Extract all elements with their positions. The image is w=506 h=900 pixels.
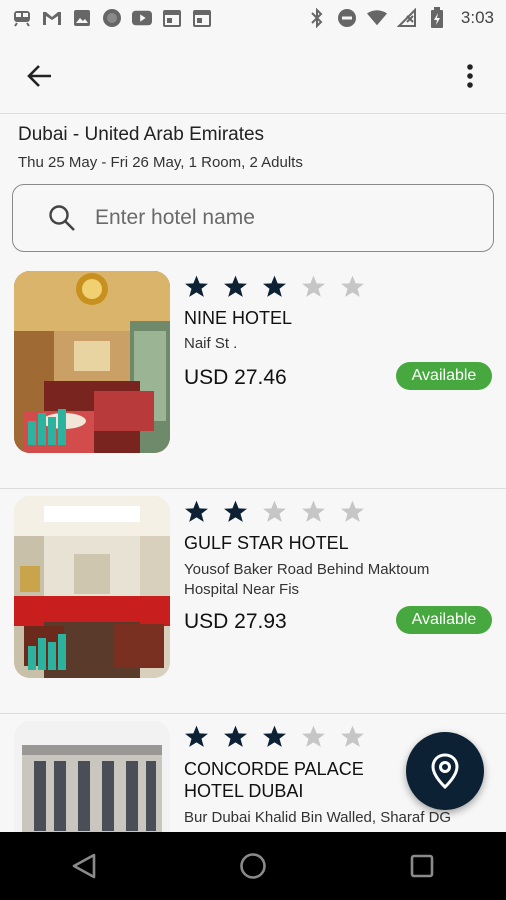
- destination-title: Dubai - United Arab Emirates: [18, 124, 265, 145]
- hotel-name: CONCORDE PALACE HOTEL DUBAI: [184, 759, 364, 801]
- hotel-price: USD 27.46: [184, 366, 287, 389]
- search-summary: Dubai - United Arab Emirates Thu 25 May …: [18, 124, 303, 171]
- star-filled-icon: [185, 725, 208, 747]
- wifi-icon: [366, 8, 387, 28]
- star-filled-icon: [263, 275, 286, 297]
- location-pin-icon: [431, 753, 459, 789]
- availability-badge: Available: [396, 362, 492, 390]
- map-view-button[interactable]: [406, 732, 484, 810]
- star-rating: [184, 499, 365, 524]
- hotel-image: [14, 271, 170, 453]
- star-empty-icon: [341, 275, 364, 297]
- star-empty-icon: [263, 500, 286, 522]
- no-signal-icon: [396, 8, 417, 28]
- hotel-address: Yousof Baker Road Behind Maktoum Hospita…: [184, 561, 430, 598]
- star-filled-icon: [224, 500, 247, 522]
- star-rating: [184, 724, 365, 749]
- star-empty-icon: [302, 500, 325, 522]
- hotel-price: USD 27.93: [184, 610, 287, 633]
- youtube-icon: [132, 8, 152, 28]
- gmail-icon: [42, 8, 62, 28]
- circle-icon: [102, 8, 122, 28]
- system-navigation-bar: [0, 832, 506, 900]
- hotel-card[interactable]: NINE HOTEL Naif St . USD 27.46 Available: [0, 262, 506, 488]
- star-rating: [184, 274, 365, 299]
- star-filled-icon: [224, 275, 247, 297]
- nav-home-button[interactable]: [233, 846, 273, 886]
- star-filled-icon: [263, 725, 286, 747]
- calendar-icon: [162, 8, 182, 28]
- hotel-search-box[interactable]: [12, 184, 494, 252]
- back-button[interactable]: [22, 58, 58, 94]
- status-time: 3:03: [460, 8, 494, 27]
- star-empty-icon: [341, 725, 364, 747]
- star-filled-icon: [224, 725, 247, 747]
- availability-badge: Available: [396, 606, 492, 634]
- nav-recents-button[interactable]: [402, 846, 442, 886]
- hotel-name: GULF STAR HOTEL: [184, 533, 349, 553]
- stay-details: Thu 25 May - Fri 26 May, 1 Room, 2 Adult…: [18, 154, 303, 171]
- battery-charging-icon: [427, 7, 447, 28]
- star-filled-icon: [185, 500, 208, 522]
- hotel-card[interactable]: GULF STAR HOTEL Yousof Baker Road Behind…: [0, 489, 506, 713]
- hotel-address: Bur Dubai Khalid Bin Walled, Sharaf DG: [184, 809, 452, 826]
- square-recents-icon: [410, 854, 433, 878]
- triangle-back-icon: [73, 853, 96, 879]
- hotel-image: [14, 721, 170, 832]
- star-filled-icon: [185, 275, 208, 297]
- hotel-image: [14, 496, 170, 678]
- do-not-disturb-icon: [337, 8, 357, 28]
- more-vert-icon: [467, 64, 473, 88]
- star-empty-icon: [302, 725, 325, 747]
- app-bar: [0, 36, 506, 114]
- hotel-address: Naif St .: [184, 335, 238, 352]
- circle-home-icon: [240, 853, 266, 879]
- image-icon: [72, 8, 92, 28]
- train-icon: [12, 8, 32, 28]
- nav-back-button[interactable]: [64, 846, 104, 886]
- arrow-back-icon: [27, 65, 51, 87]
- status-bar: 3:03: [0, 0, 506, 36]
- bluetooth-icon: [307, 8, 327, 28]
- star-empty-icon: [341, 500, 364, 522]
- calendar-icon: [192, 8, 212, 28]
- more-options-button[interactable]: [452, 58, 488, 94]
- hotel-name-input[interactable]: [93, 205, 457, 231]
- hotel-name: NINE HOTEL: [184, 308, 293, 328]
- star-empty-icon: [302, 275, 325, 297]
- search-icon: [47, 203, 77, 233]
